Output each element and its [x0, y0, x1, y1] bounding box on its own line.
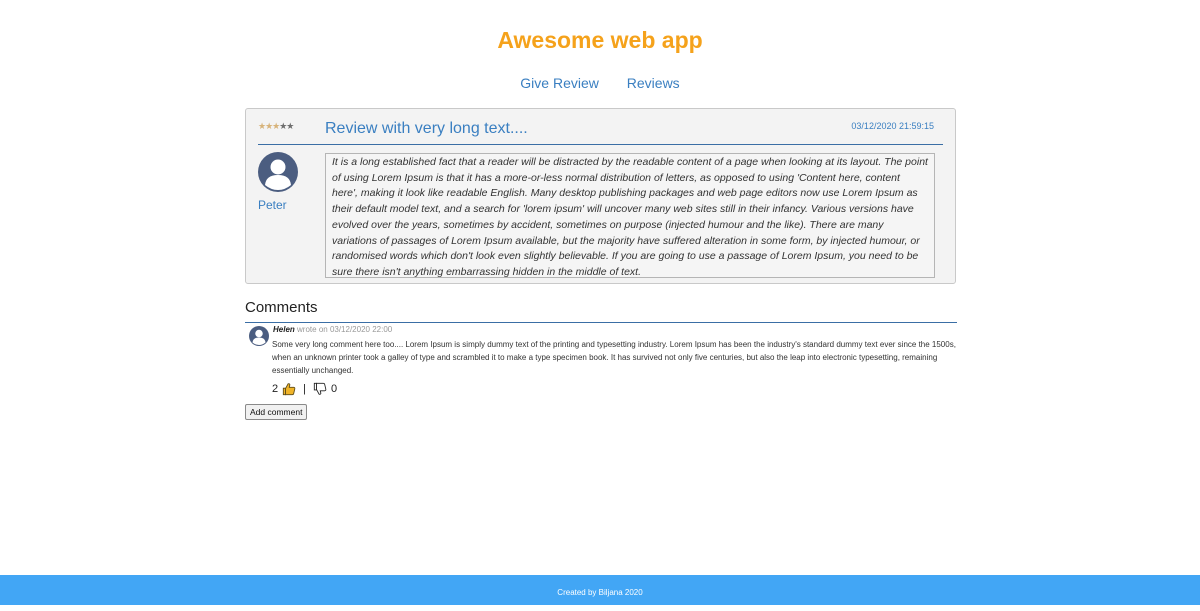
- comment-date: wrote on 03/12/2020 22:00: [297, 325, 393, 334]
- review-title: Review with very long text....: [325, 120, 528, 137]
- thumbs-down-icon[interactable]: [313, 382, 327, 396]
- review-divider: [258, 144, 943, 145]
- user-avatar-icon: [258, 152, 298, 192]
- thumbs-up-icon[interactable]: [282, 382, 296, 396]
- main-nav: Give Review Reviews: [0, 75, 1200, 91]
- comments-heading: Comments: [245, 299, 318, 316]
- nav-reviews[interactable]: Reviews: [627, 75, 680, 91]
- filled-stars: ★★★: [258, 121, 280, 131]
- comment-votes: 2 | 0: [272, 382, 337, 396]
- rating-stars: ★★★★★: [258, 121, 294, 132]
- footer: Created by Biljana 2020: [0, 575, 1200, 605]
- review-body: It is a long established fact that a rea…: [325, 153, 935, 278]
- like-count: 2: [272, 383, 279, 395]
- comments-divider: [245, 322, 957, 323]
- vote-separator: |: [303, 383, 306, 395]
- app-title: Awesome web app: [497, 27, 703, 53]
- empty-stars: ★★: [279, 121, 294, 131]
- add-comment-button[interactable]: Add comment: [245, 404, 308, 420]
- review-date: 03/12/2020 21:59:15: [851, 121, 934, 131]
- comment-text: Some very long comment here too.... Lore…: [272, 340, 956, 375]
- dislike-count: 0: [330, 383, 338, 395]
- user-avatar-icon: [249, 326, 269, 346]
- review-author[interactable]: Peter: [258, 198, 287, 212]
- review-card: ★★★★★ Review with very long text.... 03/…: [245, 108, 956, 284]
- comment-meta: Helen wrote on 03/12/2020 22:00: [273, 325, 392, 334]
- comment-author: Helen: [273, 325, 295, 334]
- footer-text: Created by Biljana 2020: [557, 588, 643, 597]
- nav-give-review[interactable]: Give Review: [520, 75, 599, 91]
